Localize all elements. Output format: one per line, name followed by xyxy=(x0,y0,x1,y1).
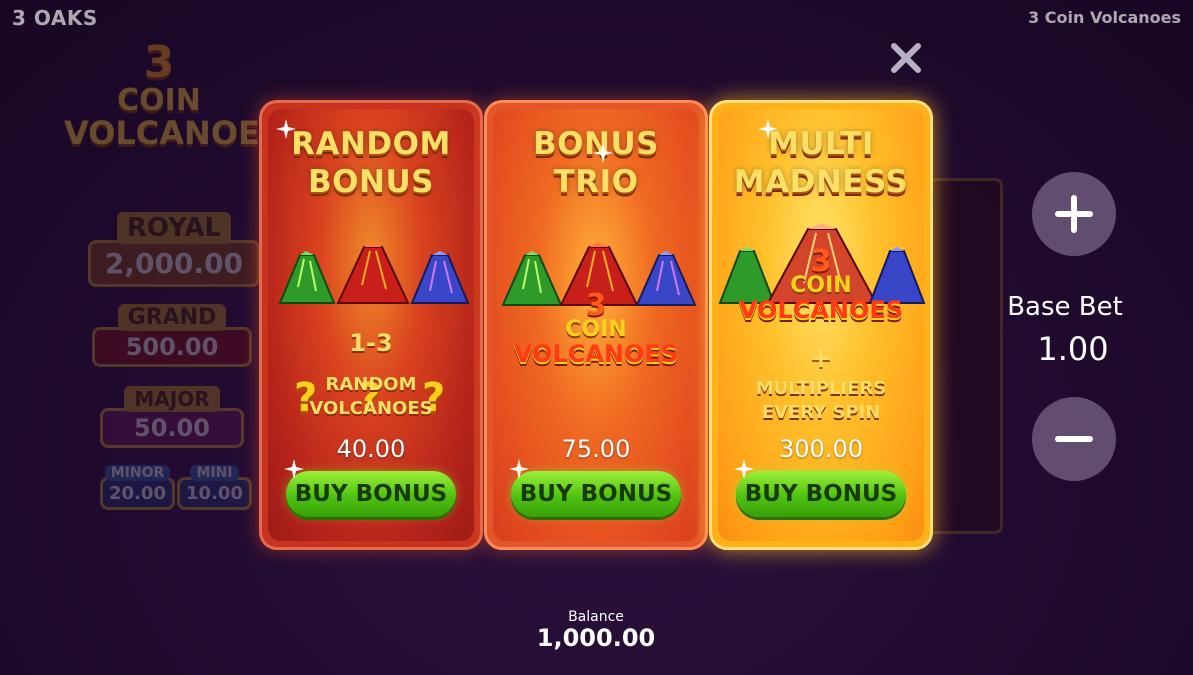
bonus-card-multi-madness: MULTI MADNESS 3 COIN VOLCANOES + MULTIPL… xyxy=(709,100,933,550)
jackpot-minor-label: MINOR xyxy=(104,465,171,481)
plus-sign: + xyxy=(809,341,833,374)
sparkle-icon xyxy=(734,459,754,479)
volcano-icon xyxy=(278,251,336,304)
base-bet-label: Base Bet xyxy=(1007,292,1123,322)
jackpot-minor: MINOR 20.00 xyxy=(100,462,175,510)
volcano-row xyxy=(262,235,480,305)
logo-number: 3 xyxy=(585,288,607,323)
logo-line2: VOLCANOES xyxy=(513,340,679,368)
jackpot-mini: MINI 10.00 xyxy=(177,462,252,510)
jackpot-major: MAJOR 50.00 xyxy=(100,386,244,448)
buy-bonus-button[interactable]: BUY BONUS xyxy=(286,471,456,517)
game-logo: 3 COIN VOLCANOES xyxy=(712,244,930,324)
jackpot-grand: GRAND 500.00 xyxy=(92,304,252,367)
card-description-line1: MULTIPLIERS xyxy=(755,378,887,399)
increase-bet-button[interactable] xyxy=(1032,172,1116,256)
balance-label: Balance xyxy=(568,609,624,625)
card-title: MULTI MADNESS xyxy=(712,125,930,201)
jackpot-royal-value: 2,000.00 xyxy=(88,240,260,287)
card-title: BONUS TRIO xyxy=(487,125,705,201)
balance-value: 1,000.00 xyxy=(536,624,656,652)
decrease-bet-button[interactable] xyxy=(1032,397,1116,481)
jackpot-mini-value: 10.00 xyxy=(177,477,252,510)
logo-line2: VOLCANOES xyxy=(738,296,904,324)
card-description-line2: VOLCANOES xyxy=(309,398,433,419)
plus-icon xyxy=(1055,195,1093,233)
bg-logo-line1: COIN xyxy=(117,83,201,118)
background-game-logo: 3 COIN VOLCANOES xyxy=(64,37,283,152)
card-description-line2: EVERY SPIN xyxy=(761,402,881,423)
sparkle-icon xyxy=(509,459,529,479)
jackpot-grand-value: 500.00 xyxy=(92,327,252,367)
card-description: RANDOM VOLCANOES xyxy=(262,373,480,421)
buy-bonus-button[interactable]: BUY BONUS xyxy=(736,471,906,517)
bg-logo-line2: VOLCANOES xyxy=(64,114,283,152)
game-logo: 3 COIN VOLCANOES xyxy=(487,288,705,368)
card-description: MULTIPLIERS EVERY SPIN xyxy=(712,377,930,425)
card-title-line1: MULTI xyxy=(768,126,874,162)
jackpot-minor-value: 20.00 xyxy=(100,477,175,510)
jackpot-major-label: MAJOR xyxy=(124,386,220,412)
volcano-icon xyxy=(410,251,470,304)
jackpot-royal: ROYAL 2,000.00 xyxy=(88,212,260,287)
card-title-line2: TRIO xyxy=(553,164,639,200)
buy-bonus-button[interactable]: BUY BONUS xyxy=(511,471,681,517)
volcano-range: 1-3 xyxy=(349,329,393,357)
volcano-icon xyxy=(336,242,410,304)
logo-number: 3 xyxy=(810,244,832,279)
game-title: 3 Coin Volcanoes xyxy=(1028,8,1181,27)
logo-line1: COIN xyxy=(790,273,852,298)
jackpot-mini-label: MINI xyxy=(190,465,239,481)
minus-icon xyxy=(1055,436,1093,442)
jackpot-minor-mini: MINOR 20.00 MINI 10.00 xyxy=(100,462,252,510)
bg-logo-number: 3 xyxy=(143,37,175,88)
jackpot-major-value: 50.00 xyxy=(100,408,244,448)
sparkle-icon xyxy=(758,119,778,139)
close-icon xyxy=(891,43,921,73)
card-title-line2: BONUS xyxy=(308,164,434,200)
logo-line1: COIN xyxy=(565,317,627,342)
close-button[interactable] xyxy=(886,38,926,78)
bonus-card-bonus-trio: BONUS TRIO 3 COIN VOLCANOES 75.00 BUY BO… xyxy=(484,100,708,550)
sparkle-icon xyxy=(276,119,296,139)
sparkle-icon xyxy=(593,143,613,163)
brand-logo: 3 OAKS xyxy=(12,6,98,30)
card-description-line1: RANDOM xyxy=(325,374,417,395)
card-title-line2: MADNESS xyxy=(733,164,909,200)
bonus-card-random-bonus: RANDOM BONUS ? ? ? 1-3 RANDOM VOLCANOES … xyxy=(259,100,483,550)
sparkle-icon xyxy=(284,459,304,479)
jackpot-grand-label: GRAND xyxy=(117,304,227,331)
jackpot-royal-label: ROYAL xyxy=(116,212,232,244)
base-bet-value: 1.00 xyxy=(1037,330,1109,368)
